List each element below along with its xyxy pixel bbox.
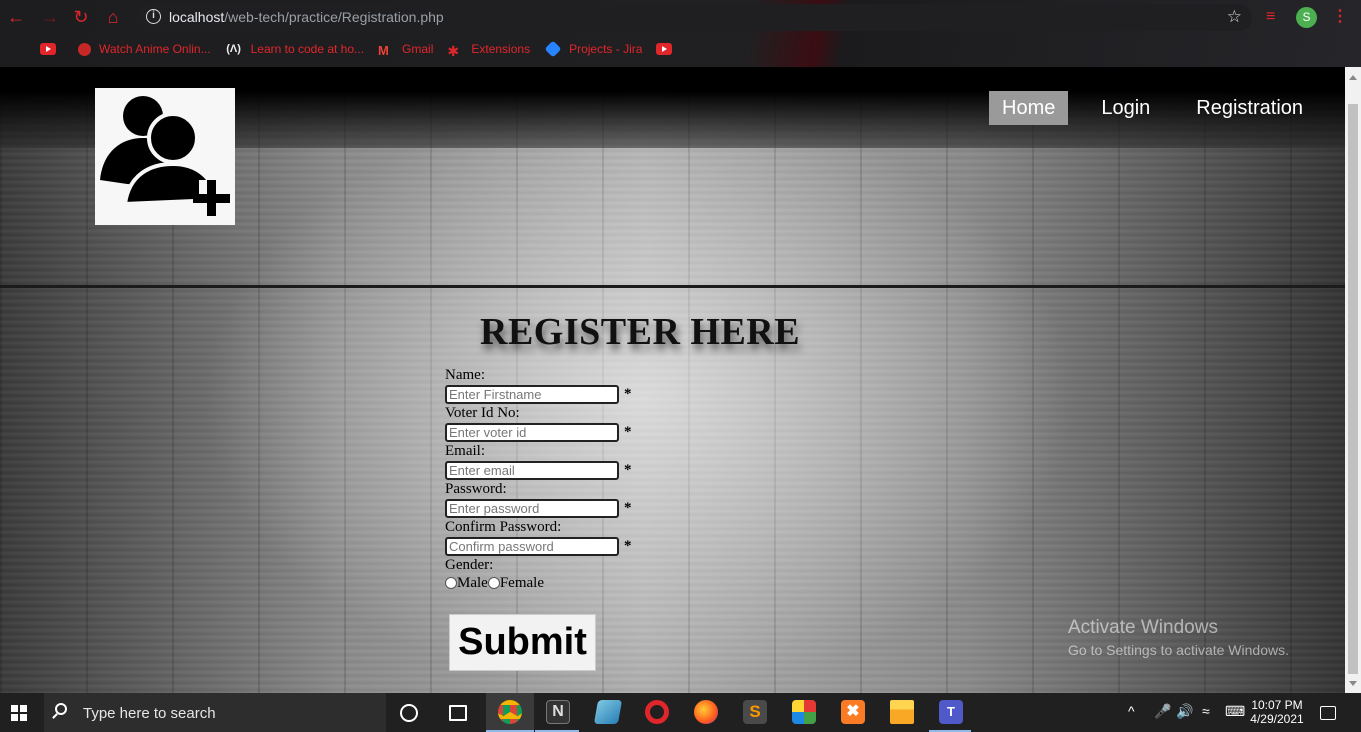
tray-chevron-up-icon[interactable]: ^ (1128, 703, 1135, 719)
registration-form: Name: * Voter Id No: * Email: * Password… (445, 367, 632, 592)
anime-site-icon (78, 42, 91, 56)
taskbar-search[interactable]: Type here to search (44, 693, 386, 732)
gender-label: Gender: (445, 557, 494, 573)
nav-registration[interactable]: Registration (1183, 91, 1316, 125)
search-icon (55, 703, 67, 715)
forward-arrow-icon[interactable]: → (40, 7, 60, 27)
bookmark-watch-anime[interactable]: Watch Anime Onlin... (78, 42, 211, 56)
site-info-icon[interactable]: i (146, 9, 161, 24)
male-radio[interactable] (445, 577, 457, 589)
puzzle-icon: ✱ (447, 43, 460, 59)
freecodecamp-icon: (Λ) (226, 43, 241, 55)
nav-home[interactable]: Home (989, 91, 1069, 125)
required-mark: * (624, 538, 632, 554)
watermark-subtitle: Go to Settings to activate Windows. (1068, 642, 1289, 658)
bookmark-label: Extensions (471, 42, 531, 56)
address-bar[interactable]: i localhost/web-tech/practice/Registrati… (136, 4, 1252, 31)
activate-windows-watermark: Activate Windows Go to Settings to activ… (1068, 617, 1289, 658)
bookmarks-bar: Watch Anime Onlin... (Λ) Learn to code a… (40, 40, 694, 59)
bookmark-freecodecamp[interactable]: (Λ) Learn to code at ho... (225, 42, 364, 56)
site-logo (95, 88, 235, 225)
firstname-input[interactable] (445, 385, 619, 404)
voter-id-label: Voter Id No: (445, 405, 520, 421)
back-arrow-icon[interactable]: ← (6, 7, 26, 27)
required-mark: * (624, 500, 632, 516)
youtube-icon (656, 43, 673, 55)
bookmark-label: Projects - Jira (569, 42, 643, 56)
reload-icon[interactable]: ↻ (71, 7, 91, 27)
cortana-icon[interactable] (400, 704, 418, 722)
bookmark-label: Watch Anime Onlin... (99, 42, 211, 56)
bookmark-label: Learn to code at ho... (250, 42, 365, 56)
confirm-password-input[interactable] (445, 537, 619, 556)
page-viewport: Home Login Registration REGISTER HERE Na… (0, 67, 1345, 693)
required-mark: * (624, 424, 632, 440)
confirm-password-label: Confirm Password: (445, 519, 562, 535)
female-label: Female (499, 574, 544, 591)
app-grid-icon[interactable] (792, 700, 816, 724)
taskbar-clock[interactable]: 10:07 PM 4/29/2021 (1247, 698, 1307, 726)
female-radio[interactable] (487, 577, 500, 589)
windows-taskbar: Type here to search N S ✖ T ^ 🎤 🔊 ≈ ⌨ 10… (0, 693, 1361, 732)
bookmark-gmail[interactable]: M Gmail (378, 42, 434, 58)
url-host: localhost (169, 9, 225, 25)
file-explorer-icon[interactable] (890, 700, 914, 724)
header-divider (0, 285, 1345, 288)
home-icon[interactable]: ⌂ (103, 7, 123, 27)
main-nav: Home Login Registration (989, 91, 1324, 125)
gmail-icon: M (378, 43, 389, 58)
bookmark-extensions[interactable]: ✱ Extensions (447, 42, 531, 59)
jira-icon (544, 40, 562, 58)
page-scrollbar[interactable] (1345, 67, 1361, 693)
wifi-icon[interactable]: ≈ (1202, 703, 1210, 719)
bookmark-label: Gmail (402, 42, 434, 56)
url-path: /web-tech/practice/Registration.php (224, 9, 444, 25)
name-label: Name: (445, 367, 485, 383)
chrome-icon[interactable] (498, 700, 522, 724)
male-label: Male (457, 574, 488, 591)
password-label: Password: (445, 481, 507, 497)
volume-icon[interactable]: 🔊 (1176, 703, 1193, 720)
email-label: Email: (445, 443, 485, 459)
clock-date: 4/29/2021 (1250, 712, 1304, 726)
sublime-text-icon[interactable]: S (743, 700, 767, 724)
watermark-title: Activate Windows (1068, 617, 1218, 638)
scroll-down-arrow-icon[interactable] (1349, 681, 1357, 686)
browser-menu-icon[interactable]: ⋮ (1332, 6, 1348, 26)
password-input[interactable] (445, 499, 619, 518)
notion-icon[interactable]: N (546, 700, 570, 724)
nav-login[interactable]: Login (1088, 91, 1163, 125)
keyboard-icon[interactable]: ⌨ (1225, 703, 1245, 720)
app-icon[interactable] (593, 700, 623, 724)
voter-id-input[interactable] (445, 423, 619, 442)
clock-time: 10:07 PM (1251, 698, 1303, 712)
windows-start-icon[interactable] (11, 705, 27, 721)
scroll-up-arrow-icon[interactable] (1349, 75, 1357, 80)
teams-icon[interactable]: T (939, 700, 963, 724)
email-input[interactable] (445, 461, 619, 480)
youtube-icon (40, 43, 56, 55)
submit-button[interactable]: Submit (449, 614, 596, 671)
taskbar-search-placeholder: Type here to search (83, 705, 216, 722)
required-mark: * (624, 462, 632, 478)
notifications-icon[interactable] (1320, 706, 1336, 720)
required-mark: * (624, 386, 632, 402)
bookmark-star-icon[interactable]: ☆ (1227, 7, 1242, 27)
profile-avatar[interactable]: S (1296, 7, 1317, 28)
microphone-icon[interactable]: 🎤 (1154, 703, 1171, 720)
xampp-icon[interactable]: ✖ (841, 700, 865, 724)
opera-icon[interactable] (645, 700, 669, 724)
reading-list-icon[interactable]: ≡ (1266, 8, 1275, 26)
bookmark-youtube[interactable] (40, 43, 64, 55)
scroll-thumb[interactable] (1348, 104, 1358, 674)
firefox-icon[interactable] (694, 700, 718, 724)
task-view-icon[interactable] (449, 705, 467, 721)
page-title: REGISTER HERE (480, 311, 801, 353)
browser-chrome: ← → ↻ ⌂ i localhost/web-tech/practice/Re… (0, 0, 1361, 67)
add-user-icon (100, 96, 231, 218)
bookmark-jira[interactable]: Projects - Jira (544, 40, 643, 58)
address-url[interactable]: localhost/web-tech/practice/Registration… (169, 9, 444, 25)
bookmark-youtube-2[interactable] (656, 43, 680, 55)
